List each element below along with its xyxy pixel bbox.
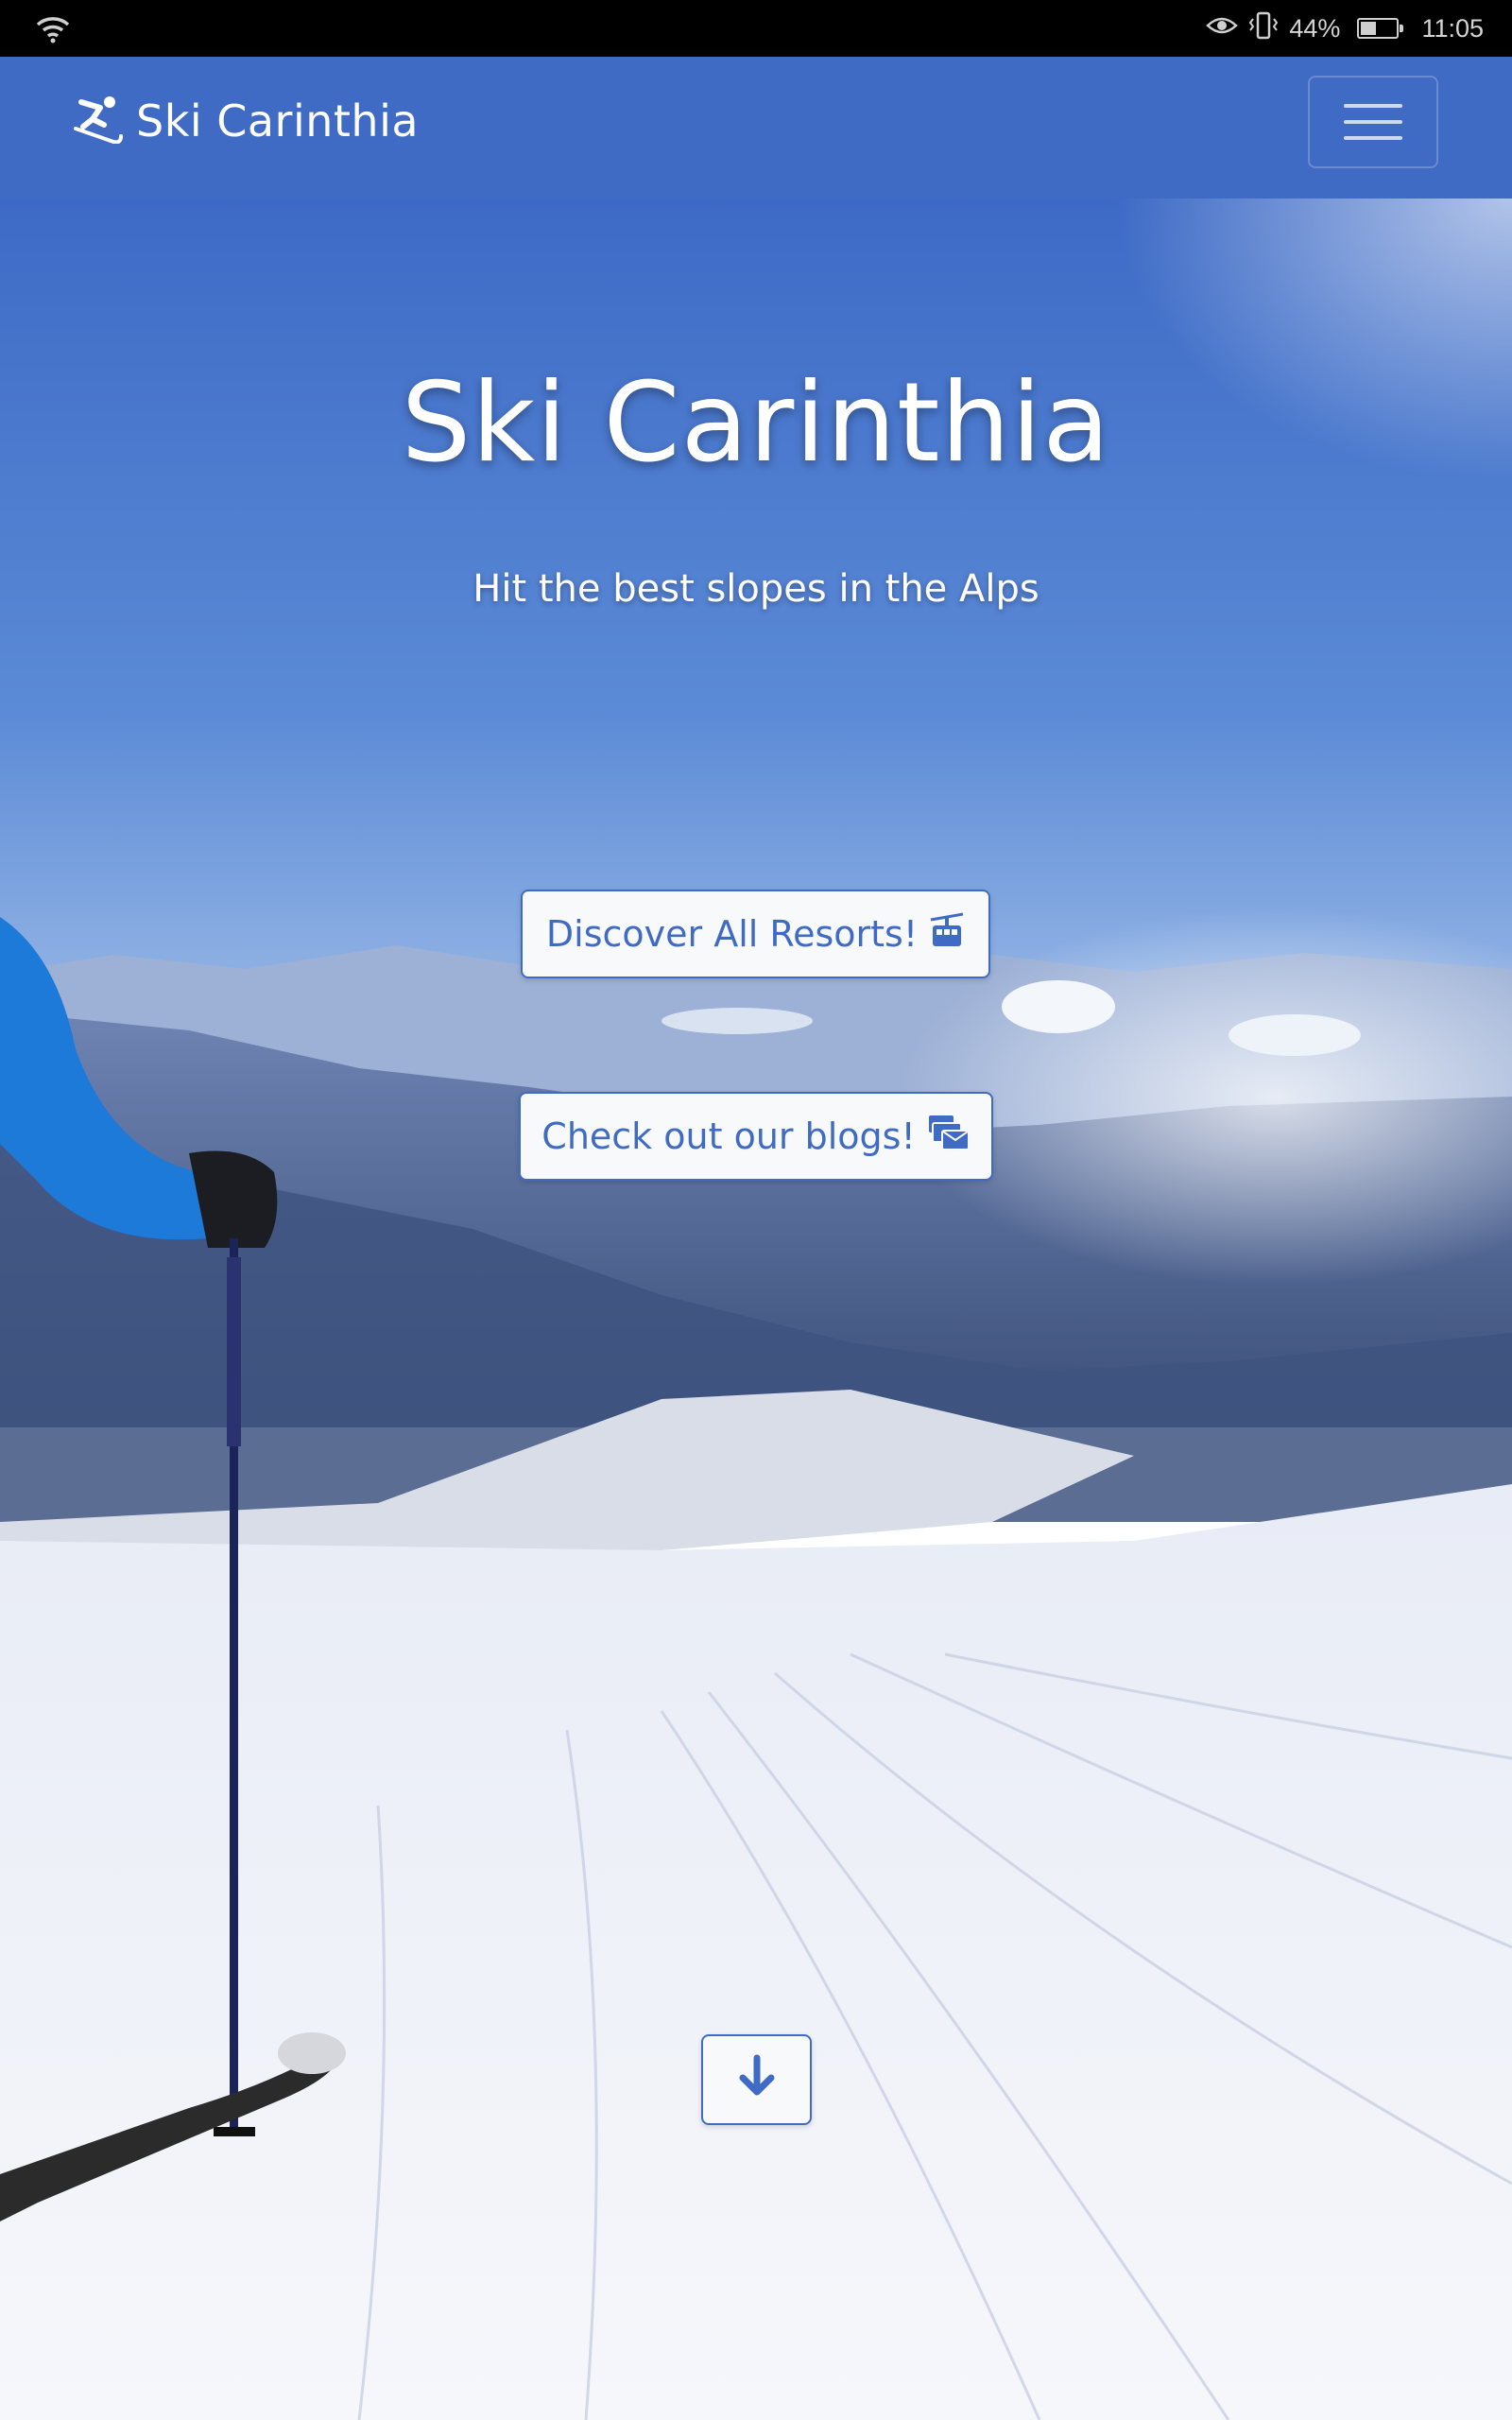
navbar: Ski Carinthia	[0, 57, 1512, 199]
scroll-down-button[interactable]	[701, 2034, 812, 2125]
brand-link[interactable]: Ski Carinthia	[72, 95, 419, 147]
skiing-icon	[72, 95, 123, 147]
cable-car-icon	[929, 912, 965, 957]
eye-comfort-icon	[1206, 14, 1239, 43]
battery-percent: 44%	[1289, 13, 1341, 43]
menu-toggle-button[interactable]	[1308, 76, 1438, 168]
discover-resorts-label: Discover All Resorts!	[545, 913, 919, 955]
vibrate-icon	[1247, 11, 1280, 46]
status-bar: 44% 11:05	[0, 0, 1512, 57]
wifi-icon	[34, 13, 72, 47]
check-blogs-label: Check out our blogs!	[541, 1115, 916, 1157]
discover-resorts-button[interactable]: Discover All Resorts!	[521, 890, 990, 978]
mail-bulk-icon	[927, 1114, 971, 1160]
check-blogs-button[interactable]: Check out our blogs!	[519, 1092, 993, 1181]
clock: 11:05	[1421, 13, 1484, 43]
battery-icon	[1357, 18, 1404, 39]
hero-subtitle: Hit the best slopes in the Alps	[472, 567, 1040, 611]
hero-section: Ski Carinthia Hit the best slopes in the…	[0, 199, 1512, 2420]
hamburger-menu-icon	[1344, 104, 1402, 108]
arrow-down-icon	[733, 2052, 781, 2108]
hero-title: Ski Carinthia	[401, 359, 1111, 487]
brand-name: Ski Carinthia	[136, 95, 420, 147]
